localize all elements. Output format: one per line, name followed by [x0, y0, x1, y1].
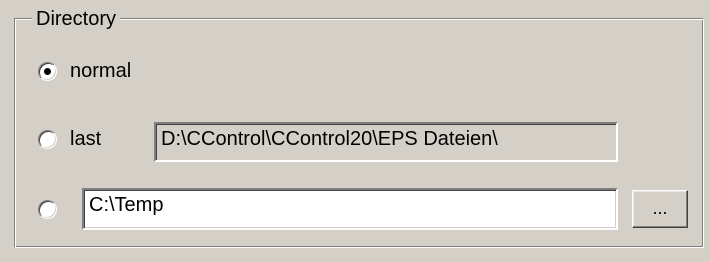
radio-normal[interactable]	[38, 62, 57, 81]
last-directory-field: D:\CControl\CControl20\EPS Dateien\	[154, 122, 618, 162]
custom-directory-input[interactable]: C:\Temp	[82, 188, 618, 230]
browse-button[interactable]: ...	[632, 190, 688, 228]
radio-last-label[interactable]: last	[70, 128, 101, 150]
radio-last[interactable]	[38, 130, 57, 149]
radio-selected-dot	[44, 68, 51, 75]
group-title: Directory	[32, 8, 121, 30]
radio-custom[interactable]	[38, 200, 57, 219]
radio-normal-label[interactable]: normal	[70, 60, 131, 82]
